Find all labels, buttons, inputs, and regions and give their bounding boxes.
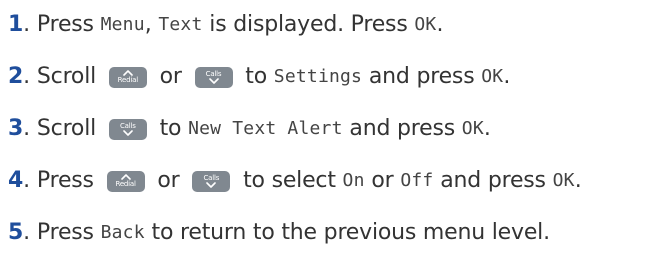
step-text: Press [36, 167, 101, 193]
step-number-period: . [23, 219, 30, 245]
step-number: 3 [8, 115, 24, 141]
step-text: or [364, 167, 401, 193]
step-number-period: . [23, 167, 30, 193]
calls-key-button: Calls [194, 66, 233, 88]
step-text: to [152, 115, 189, 141]
step-item: 5. Press Back to return to the previous m… [8, 212, 550, 252]
step-text: is displayed. Press [202, 11, 415, 37]
step-number-period: . [23, 63, 30, 89]
step-text: . [503, 63, 511, 89]
redial-key-label: Redial [115, 180, 136, 188]
step-text: to select [236, 167, 343, 193]
redial-key-button: Redial [108, 66, 147, 88]
redial-key-button: Redial [106, 170, 145, 192]
caret-down-icon [206, 182, 217, 188]
display-text: Menu [100, 13, 145, 35]
step-number: 1 [8, 11, 24, 37]
step-text: and press [362, 63, 482, 89]
step-text: . [483, 115, 491, 141]
calls-key-button: Calls [192, 170, 231, 192]
display-text: OK [481, 65, 504, 87]
step-text: Scroll [36, 63, 103, 89]
step-text: . [574, 167, 582, 193]
step-number: 2 [8, 63, 24, 89]
display-text: New Text Alert [188, 117, 343, 139]
display-text: Back [100, 221, 145, 243]
step-item: 3. Scroll Calls to New Text Alert and pre… [8, 108, 491, 148]
step-number-period: . [23, 115, 30, 141]
calls-key-button: Calls [108, 118, 147, 140]
display-text: OK [461, 117, 484, 139]
calls-key-label: Calls [205, 70, 222, 78]
caret-down-icon [123, 130, 133, 136]
step-text: Press [36, 219, 101, 245]
step-number-period: . [23, 11, 30, 37]
step-number: 5 [8, 219, 24, 245]
step-text: . [436, 11, 444, 37]
caret-down-icon [208, 78, 219, 84]
display-text: OK [414, 13, 437, 35]
step-text: , [144, 11, 159, 37]
redial-key-label: Redial [117, 76, 138, 84]
step-text: to return to the previous menu level. [144, 219, 551, 245]
step-item: 4. Press Redial or Calls to select On or … [8, 160, 582, 200]
step-text: Press [36, 11, 101, 37]
calls-key-label: Calls [119, 122, 136, 130]
step-text: and press [342, 115, 462, 141]
step-text: Scroll [36, 115, 103, 141]
calls-key-label: Calls [203, 174, 220, 182]
display-text: On [342, 169, 365, 191]
display-text: Off [400, 169, 434, 191]
step-text: or [150, 167, 187, 193]
step-text: to [238, 63, 274, 89]
step-item: 2. Scroll Redial or Calls to Settings and… [8, 56, 510, 96]
step-text: and press [433, 167, 553, 193]
display-text: OK [552, 169, 575, 191]
step-number: 4 [8, 167, 24, 193]
display-text: Text [158, 13, 203, 35]
step-text: or [152, 63, 189, 89]
display-text: Settings [273, 65, 363, 87]
step-item: 1. Press Menu, Text is displayed. Press O… [8, 4, 443, 44]
